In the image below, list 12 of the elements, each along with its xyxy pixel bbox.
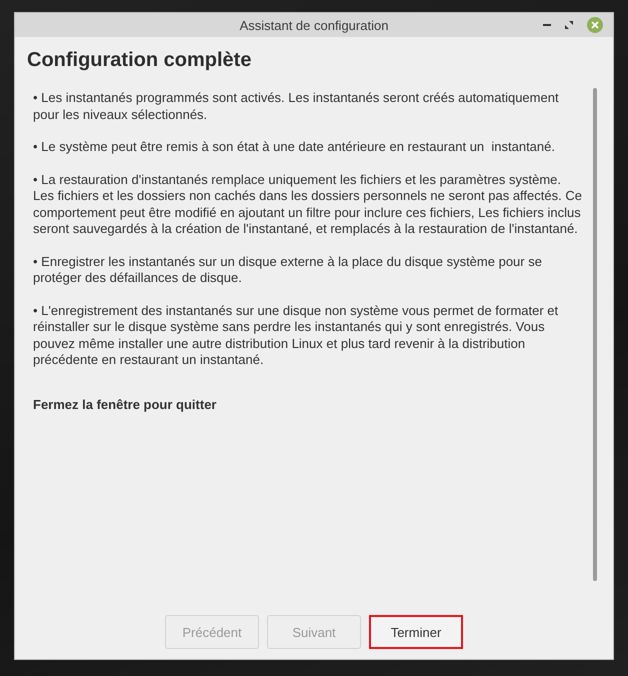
info-paragraph: • L'enregistrement des instantanés sur une disque non système vous permet de formater et réinstaller sur le disque système sans perdre les instantanés qui y sont enregistrés. Vous pouvez même installer une autre distribution Linux et plus tard revenir à la distribution précédente en restaurant un instantané. xyxy=(33,302,560,368)
info-paragraph: • La restauration d'instantanés remplace uniquement les fichiers et les paramètres système. Les fichiers et les dossiers non cachés dans les dossiers personnels ne seront pas affectés. Ce comportement peut être modifié en ajoutant un filtre pour inclure ces fichiers, Les fichiers inclus seront sauvegardés à la création de l'instantané, et remplacés à la restauration de l'instantané. xyxy=(33,172,583,238)
info-paragraph: • Enregistrer les instantanés sur un disque externe à la place du disque système pour se protéger des défaillances de disque. xyxy=(33,254,543,286)
minimize-icon[interactable] xyxy=(543,21,551,29)
scrollbar[interactable] xyxy=(593,88,597,581)
maximize-icon[interactable] xyxy=(565,21,573,29)
info-paragraph: • Le système peut être remis à son état à une date antérieure en restaurant un instantané. xyxy=(33,139,556,156)
dialog-button[interactable]: Terminer xyxy=(369,615,463,649)
window-title: Assistant de configuration xyxy=(240,18,388,32)
info-paragraph: • Les instantanés programmés sont activés. Les instantanés seront créés automatiquement pour les niveaux sélectionnés. xyxy=(33,90,560,123)
page-heading: Configuration complète xyxy=(27,49,252,72)
closing-note: Fermez la fenêtre pour quitter xyxy=(33,396,218,412)
